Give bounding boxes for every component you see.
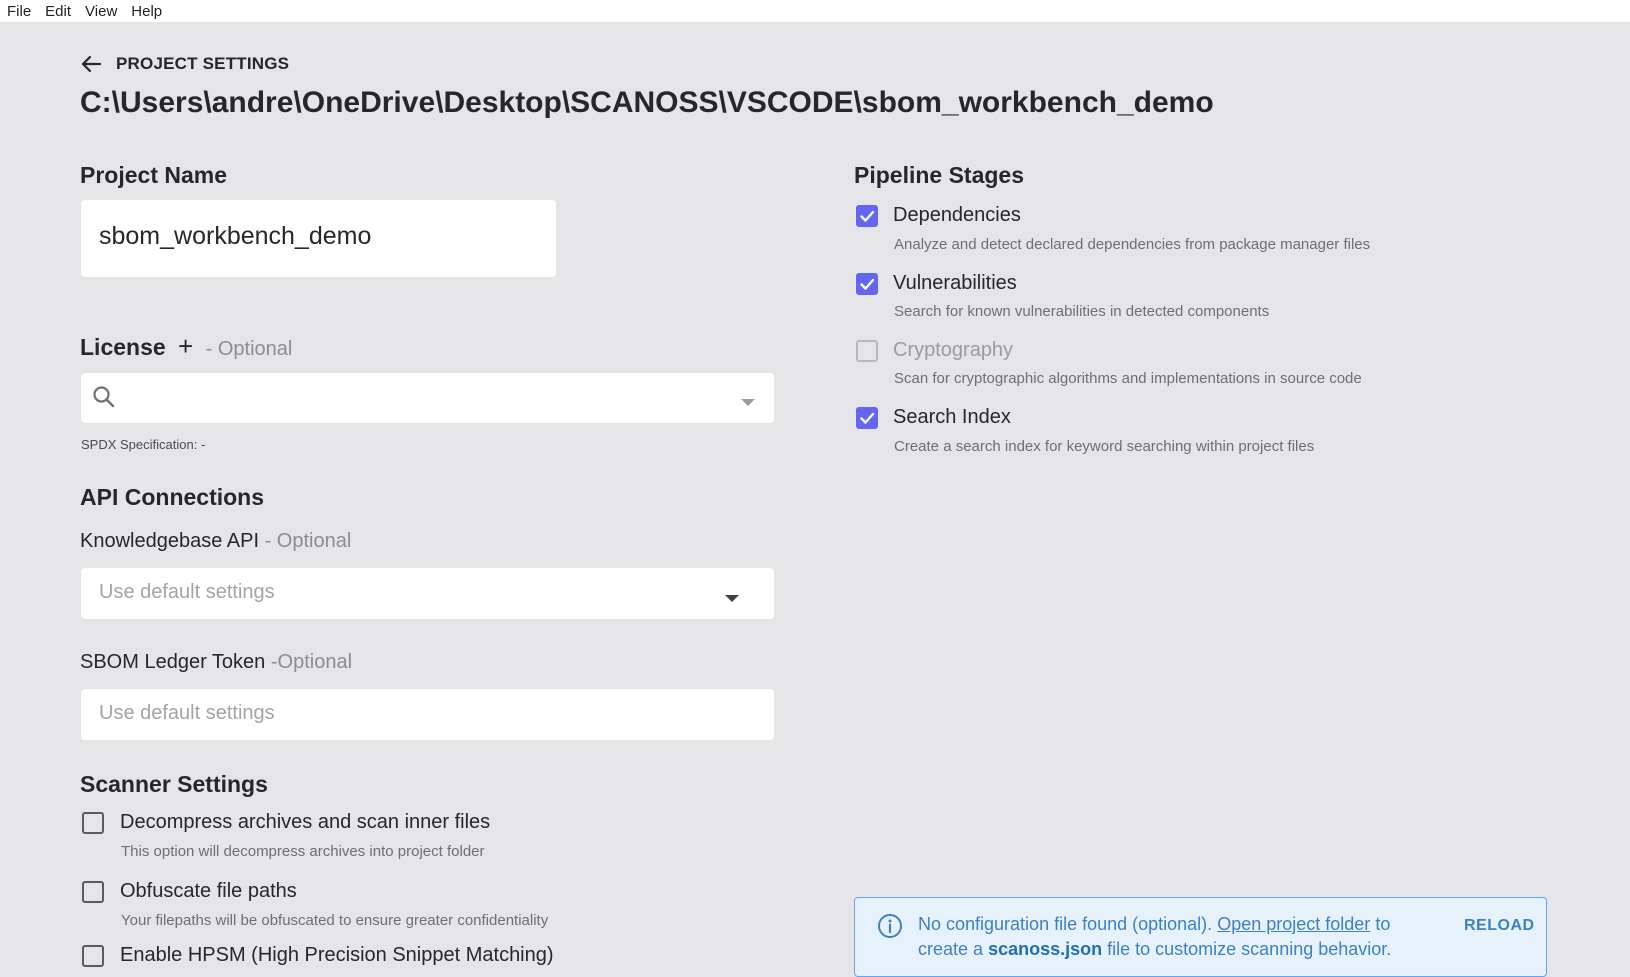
pipeline-stages-title: Pipeline Stages <box>854 162 1025 188</box>
check-icon <box>860 412 875 424</box>
license-label: License + - Optional <box>80 331 292 362</box>
cryptography-label: Cryptography <box>893 339 1014 361</box>
add-license-button[interactable]: + <box>178 331 193 361</box>
hpsm-checkbox[interactable] <box>82 945 104 967</box>
dependencies-label: Dependencies <box>893 204 1021 226</box>
ledger-token-field[interactable]: Use default settings <box>81 689 774 740</box>
config-info-text: No configuration file found (optional). … <box>918 912 1438 962</box>
chevron-down-icon[interactable] <box>741 394 755 412</box>
check-icon <box>860 278 875 290</box>
vulnerabilities-desc: Search for known vulnerabilities in dete… <box>894 303 1270 320</box>
chevron-down-icon[interactable] <box>725 590 739 608</box>
license-search-field[interactable] <box>81 373 774 423</box>
arrow-left-icon[interactable] <box>80 55 102 73</box>
knowledgebase-label-text: Knowledgebase API <box>80 530 260 552</box>
config-info-alert: No configuration file found (optional). … <box>854 897 1547 977</box>
project-name-field[interactable]: sbom_workbench_demo <box>81 200 556 277</box>
project-name-label: Project Name <box>80 162 228 188</box>
ledger-token-label-text: SBOM Ledger Token <box>80 651 266 673</box>
open-project-folder-link[interactable]: Open project folder <box>1217 914 1370 934</box>
dependencies-desc: Analyze and detect declared dependencies… <box>894 236 1371 253</box>
hpsm-label: Enable HPSM (High Precision Snippet Matc… <box>120 944 554 966</box>
menu-edit[interactable]: Edit <box>38 3 71 20</box>
check-icon <box>860 210 875 222</box>
vulnerabilities-label: Vulnerabilities <box>893 272 1017 294</box>
spdx-spec: SPDX Specification: - <box>81 437 206 452</box>
knowledgebase-label: Knowledgebase API - Optional <box>80 530 351 553</box>
menu-help[interactable]: Help <box>124 3 162 20</box>
section-title: PROJECT SETTINGS <box>116 54 290 73</box>
knowledgebase-value: Use default settings <box>99 581 275 603</box>
obfuscate-desc: Your filepaths will be obfuscated to ens… <box>121 912 549 929</box>
knowledgebase-select[interactable]: Use default settings <box>81 568 774 619</box>
cryptography-desc: Scan for cryptographic algorithms and im… <box>894 370 1362 387</box>
api-connections-title: API Connections <box>80 484 265 510</box>
decompress-checkbox[interactable] <box>82 812 104 834</box>
search-index-label: Search Index <box>893 406 1011 428</box>
dependencies-checkbox[interactable] <box>856 205 878 227</box>
info-text-3: file to customize scanning behavior. <box>1107 939 1392 959</box>
vulnerabilities-checkbox[interactable] <box>856 273 878 295</box>
search-index-checkbox[interactable] <box>856 407 878 429</box>
info-icon <box>877 913 903 944</box>
search-index-desc: Create a search index for keyword search… <box>894 438 1315 455</box>
knowledgebase-optional: - Optional <box>264 530 352 552</box>
license-label-text: License <box>80 334 166 360</box>
obfuscate-checkbox[interactable] <box>82 881 104 903</box>
license-optional: - Optional <box>205 338 293 360</box>
ledger-token-placeholder: Use default settings <box>99 702 275 724</box>
search-icon <box>92 385 116 414</box>
decompress-label: Decompress archives and scan inner files <box>120 811 491 833</box>
scanner-settings-title: Scanner Settings <box>80 771 268 797</box>
cryptography-checkbox[interactable] <box>856 340 878 362</box>
info-text-1: No configuration file found (optional). <box>918 914 1213 934</box>
ledger-token-label: SBOM Ledger Token -Optional <box>80 651 352 674</box>
obfuscate-label: Obfuscate file paths <box>120 880 297 902</box>
menu-view[interactable]: View <box>78 3 117 20</box>
ledger-token-optional: -Optional <box>270 651 353 673</box>
project-path: C:\Users\andre\OneDrive\Desktop\SCANOSS\… <box>80 86 1214 119</box>
decompress-desc: This option will decompress archives int… <box>121 843 485 860</box>
project-name-value: sbom_workbench_demo <box>99 222 372 250</box>
reload-button[interactable]: RELOAD <box>1464 917 1535 935</box>
config-file-name: scanoss.json <box>988 939 1103 959</box>
menu-file[interactable]: File <box>0 3 31 20</box>
menu-bar: File Edit View Help <box>0 0 1630 22</box>
page-header: PROJECT SETTINGS <box>80 54 289 74</box>
